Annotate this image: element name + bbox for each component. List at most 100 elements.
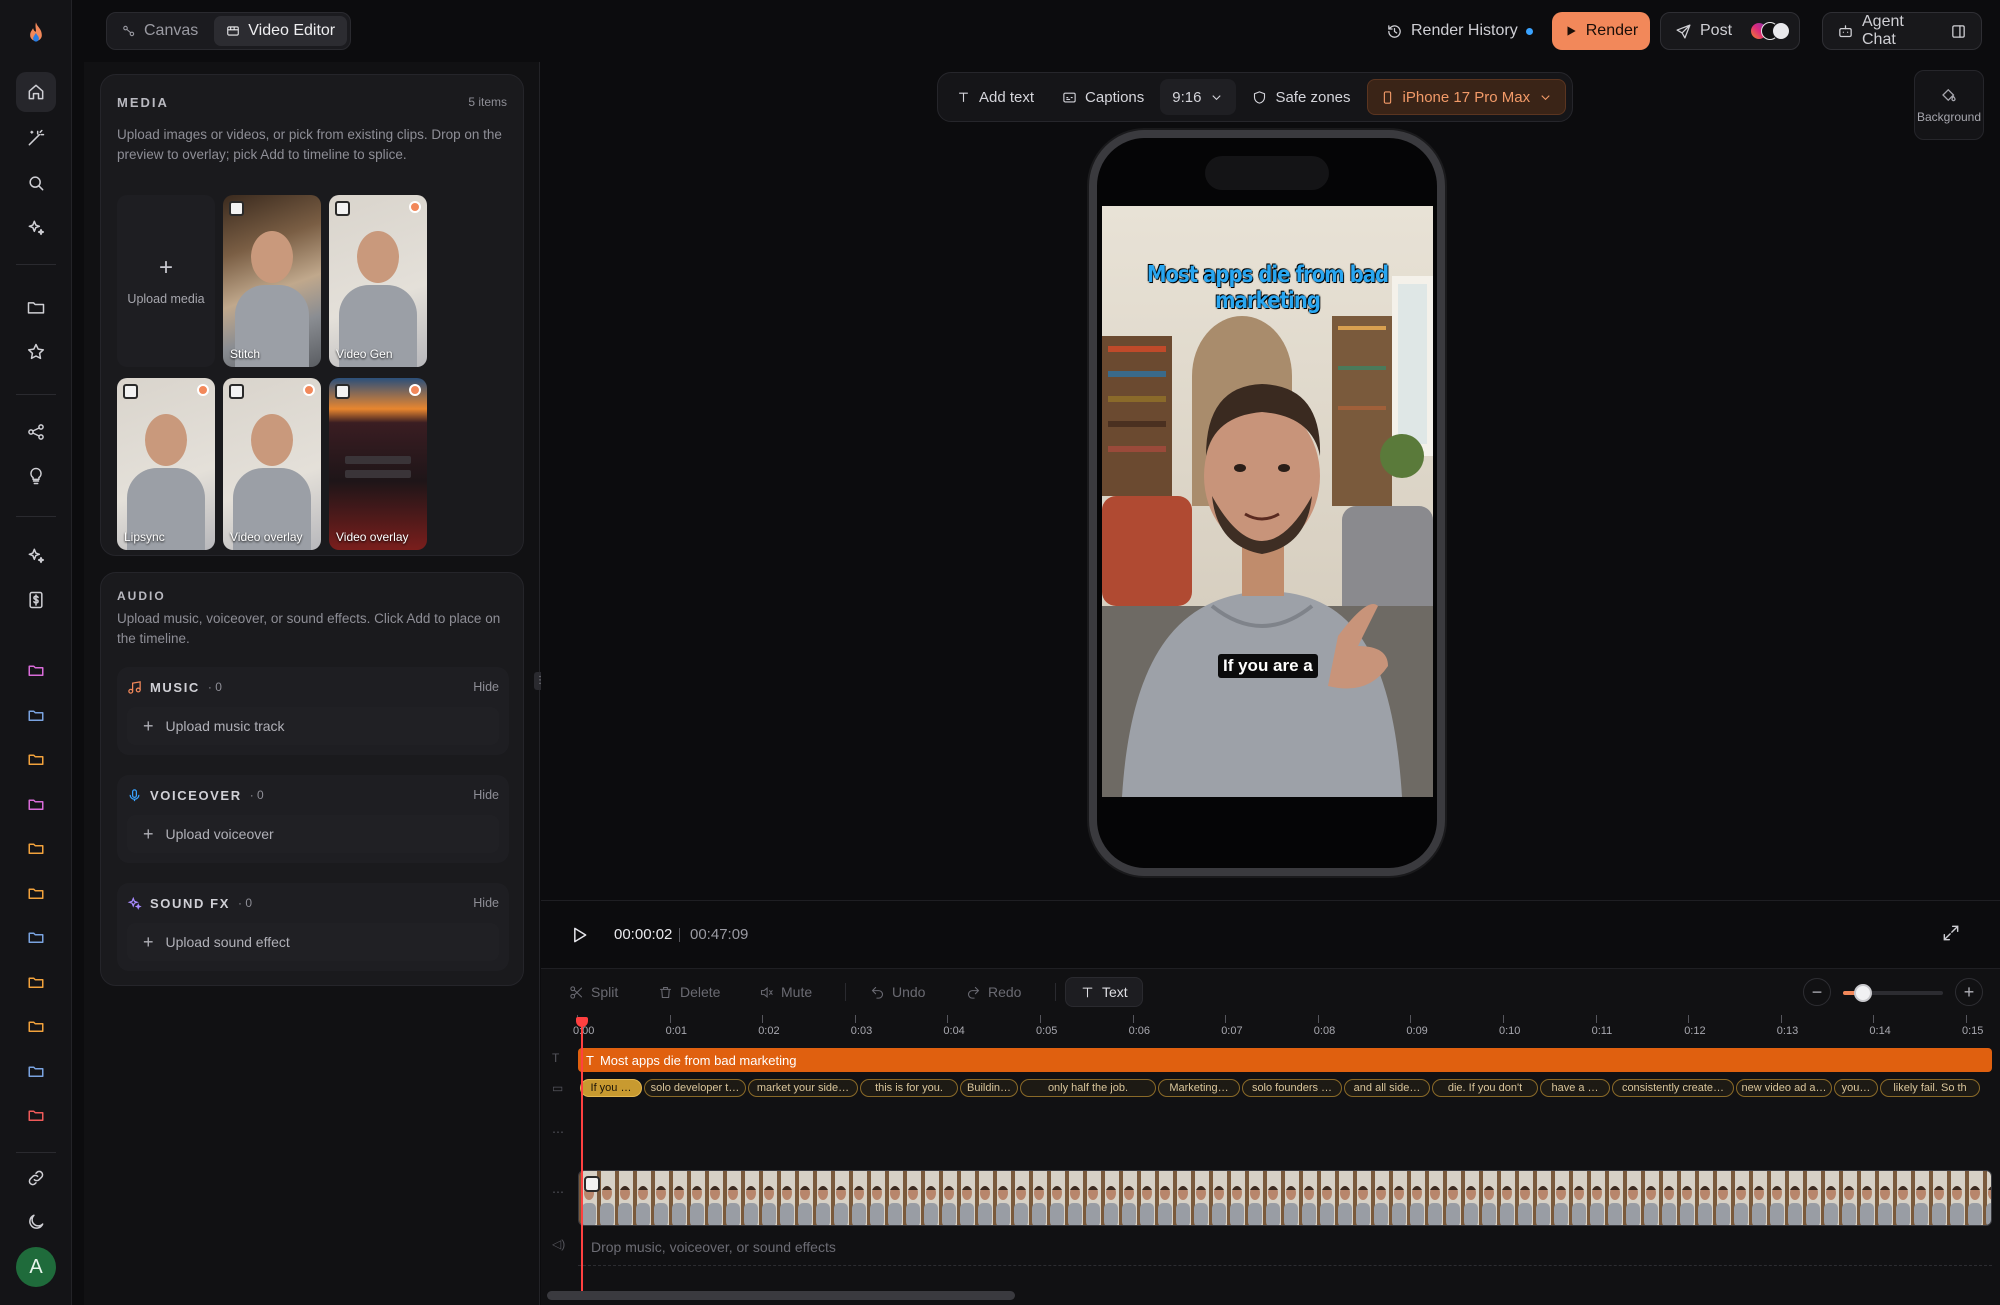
post-label: Post xyxy=(1700,22,1733,39)
folder-icon[interactable] xyxy=(16,1051,56,1091)
background-label: Background xyxy=(1916,110,1982,124)
caption-clip[interactable]: Marketing… xyxy=(1158,1079,1240,1097)
sparkles-icon[interactable] xyxy=(16,208,56,248)
tab-video-editor[interactable]: Video Editor xyxy=(214,16,348,46)
caption-clip[interactable]: you… xyxy=(1834,1079,1878,1097)
zoom-out-button[interactable]: − xyxy=(1803,978,1831,1006)
overlay-title-text[interactable]: Most apps die from bad marketing xyxy=(1141,262,1395,314)
aspect-ratio-select[interactable]: 9:16 xyxy=(1160,79,1237,115)
video-preview[interactable]: Most apps die from bad marketing If you … xyxy=(1102,206,1433,797)
folder-icon[interactable] xyxy=(16,873,56,913)
upload-voiceover-button[interactable]: + Upload voiceover xyxy=(127,815,499,853)
more-icon[interactable]: ⋯ xyxy=(552,1185,564,1199)
avatar[interactable]: A xyxy=(16,1247,56,1287)
video-clip[interactable] xyxy=(578,1170,1992,1226)
caption-clip[interactable]: new video ad a… xyxy=(1736,1079,1832,1097)
caption-clip[interactable]: solo developer t… xyxy=(644,1079,746,1097)
lightbulb-icon[interactable] xyxy=(16,456,56,496)
caption-clip[interactable]: If you … xyxy=(580,1079,642,1097)
horizontal-scrollbar[interactable] xyxy=(547,1291,1015,1300)
upload-music-button[interactable]: + Upload music track xyxy=(127,707,499,745)
dollar-icon[interactable] xyxy=(16,580,56,620)
folder-icon[interactable] xyxy=(16,695,56,735)
time-ruler[interactable]: 0:00 0:01 0:02 0:03 0:04 0:05 0:06 0:07 0:08 0:09… xyxy=(573,1015,2000,1043)
plus-icon: + xyxy=(143,931,154,952)
captions-button[interactable]: Captions xyxy=(1050,79,1156,115)
post-button[interactable]: Post xyxy=(1660,12,1800,50)
zoom-in-button[interactable]: + xyxy=(1955,978,1983,1006)
media-card: MEDIA 5 items Upload images or videos, o… xyxy=(100,74,524,556)
folder-icon[interactable] xyxy=(16,962,56,1002)
caption-clip[interactable]: market your side… xyxy=(748,1079,858,1097)
caption-clip[interactable]: die. If you don't xyxy=(1432,1079,1538,1097)
tab-canvas[interactable]: Canvas xyxy=(110,16,210,46)
star-icon[interactable] xyxy=(16,332,56,372)
caption-overlay[interactable]: If you are a xyxy=(1218,654,1318,678)
safe-zones-button[interactable]: Safe zones xyxy=(1240,79,1362,115)
more-icon[interactable]: ⋯ xyxy=(552,1125,564,1139)
folder-icon[interactable] xyxy=(16,784,56,824)
media-label: Stitch xyxy=(230,347,261,361)
render-history-button[interactable]: Render History xyxy=(1386,12,1533,50)
agent-chat-button[interactable]: Agent Chat xyxy=(1822,12,1982,50)
fullscreen-icon[interactable] xyxy=(1941,923,1961,943)
text-track-button[interactable]: Text xyxy=(1065,977,1143,1007)
play-icon[interactable] xyxy=(569,925,589,945)
caption-clip[interactable]: Buildin… xyxy=(960,1079,1018,1097)
caption-clip[interactable]: only half the job. xyxy=(1020,1079,1156,1097)
split-button[interactable]: Split xyxy=(569,977,618,1007)
redo-button[interactable]: Redo xyxy=(966,977,1021,1007)
magic-wand-icon[interactable] xyxy=(16,118,56,158)
playhead[interactable] xyxy=(581,1023,583,1298)
home-icon[interactable] xyxy=(16,72,56,112)
media-thumbnail[interactable]: Video overlay xyxy=(329,378,427,550)
audio-drop-zone[interactable]: Drop music, voiceover, or sound effects xyxy=(591,1239,836,1255)
text-clip[interactable]: T Most apps die from bad marketing xyxy=(578,1048,1992,1072)
media-thumbnail[interactable]: Stitch xyxy=(223,195,321,367)
sparkles-icon[interactable] xyxy=(16,536,56,576)
media-thumbnail[interactable]: Video Gen xyxy=(329,195,427,367)
folder-icon[interactable] xyxy=(16,650,56,690)
send-icon xyxy=(1675,23,1692,40)
caption-clip[interactable]: and all side… xyxy=(1344,1079,1430,1097)
upload-media-tile[interactable]: + Upload media xyxy=(117,195,215,367)
background-button[interactable]: Background xyxy=(1914,70,1984,140)
zoom-slider-handle[interactable] xyxy=(1854,984,1872,1002)
caption-clip[interactable]: likely fail. So th xyxy=(1880,1079,1980,1097)
current-time: 00:00:02 xyxy=(614,926,673,943)
caption-clip[interactable]: consistently create… xyxy=(1612,1079,1734,1097)
folder-icon[interactable] xyxy=(16,287,56,327)
folder-icon[interactable] xyxy=(16,1006,56,1046)
moon-icon[interactable] xyxy=(16,1202,56,1242)
hide-button[interactable]: Hide xyxy=(473,788,499,802)
ruler-tick-label: 0:06 xyxy=(1128,1025,1151,1037)
caption-clip[interactable]: this is for you. xyxy=(860,1079,958,1097)
share-icon[interactable] xyxy=(16,412,56,452)
upload-sound-effect-button[interactable]: + Upload sound effect xyxy=(127,923,499,961)
link-icon[interactable] xyxy=(16,1158,56,1198)
video-badge-icon xyxy=(584,1176,600,1192)
undo-button[interactable]: Undo xyxy=(870,977,925,1007)
media-count: 5 items xyxy=(468,95,507,109)
add-text-button[interactable]: Add text xyxy=(944,79,1046,115)
search-icon[interactable] xyxy=(16,163,56,203)
plus-icon: + xyxy=(158,254,173,281)
dynamic-island xyxy=(1205,156,1329,190)
folder-icon[interactable] xyxy=(16,828,56,868)
folder-icon[interactable] xyxy=(16,917,56,957)
zoom-slider[interactable] xyxy=(1843,984,1943,1002)
ruler-tick-label: 0:14 xyxy=(1869,1025,1891,1037)
folder-icon[interactable] xyxy=(16,739,56,779)
media-thumbnail[interactable]: Lipsync xyxy=(117,378,215,550)
caption-clip[interactable]: solo founders … xyxy=(1242,1079,1342,1097)
hide-button[interactable]: Hide xyxy=(473,896,499,910)
folder-icon[interactable] xyxy=(16,1095,56,1135)
render-button[interactable]: Render xyxy=(1552,12,1650,50)
mute-button[interactable]: Mute xyxy=(759,977,812,1007)
caption-clip[interactable]: have a … xyxy=(1540,1079,1610,1097)
hide-button[interactable]: Hide xyxy=(473,680,499,694)
app-logo-icon[interactable] xyxy=(16,14,56,54)
media-thumbnail[interactable]: Video overlay xyxy=(223,378,321,550)
delete-button[interactable]: Delete xyxy=(658,977,720,1007)
device-select[interactable]: iPhone 17 Pro Max xyxy=(1366,79,1567,115)
